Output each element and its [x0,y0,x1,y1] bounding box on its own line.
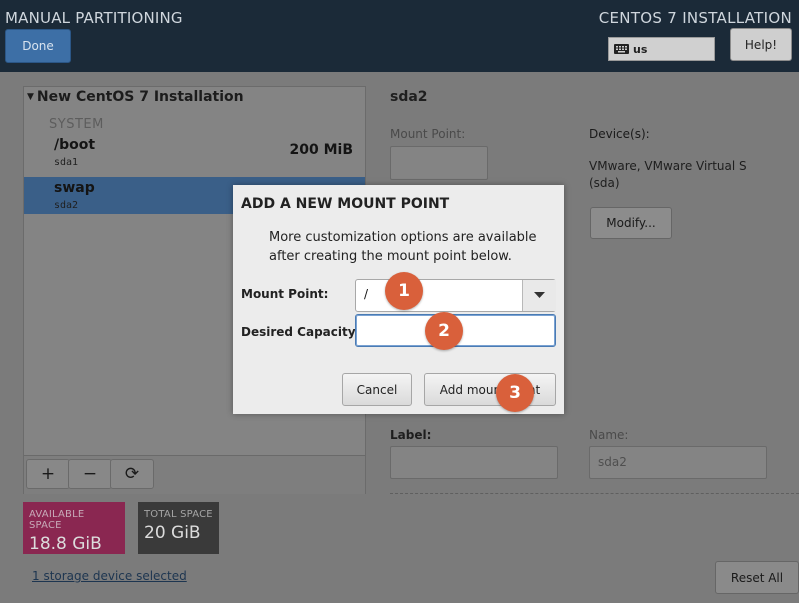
done-button[interactable]: Done [5,29,71,63]
label-field[interactable] [390,446,558,479]
product-title: CENTOS 7 INSTALLATION [598,9,792,27]
total-space-label: TOTAL SPACE [144,509,213,520]
minus-icon: − [82,464,98,484]
help-button[interactable]: Help! [730,28,792,61]
dialog-message: More customization options are available… [269,228,549,266]
partition-swap-mount: swap [54,180,95,196]
plus-icon: + [40,464,56,484]
name-field-label: Name: [589,428,629,442]
selected-device-heading: sda2 [390,89,428,105]
available-space-box: AVAILABLE SPACE 18.8 GiB [23,502,125,554]
step-marker-3: 3 [496,374,534,412]
storage-devices-link[interactable]: 1 storage device selected [32,569,187,583]
keyboard-layout-label: us [633,42,648,56]
total-space-box: TOTAL SPACE 20 GiB [138,502,219,554]
mount-point-dropdown-button[interactable] [522,280,556,311]
installation-group-header[interactable]: ▼ New CentOS 7 Installation [27,89,244,105]
installation-title: New CentOS 7 Installation [36,89,244,105]
dialog-message-line2: after creating the mount point below. [269,249,512,264]
mount-point-field[interactable] [390,146,488,180]
dialog-title: ADD A NEW MOUNT POINT [241,196,450,212]
dialog-cancel-button[interactable]: Cancel [342,373,412,406]
mount-point-combobox-value: / [364,287,369,301]
mount-point-label: Mount Point: [390,127,466,141]
step-marker-1: 1 [385,272,423,310]
system-group-label: SYSTEM [49,117,104,132]
keyboard-icon [614,44,629,54]
refresh-button[interactable]: ⟳ [110,459,154,489]
available-space-label: AVAILABLE SPACE [29,509,85,531]
total-space-value: 20 GiB [144,523,201,543]
device-description-line1: VMware, VMware Virtual S [589,159,747,173]
dropdown-arrow-icon [534,292,545,298]
modify-button[interactable]: Modify... [590,207,672,239]
keyboard-layout-indicator[interactable]: us [608,37,715,61]
partition-boot-device: sda1 [54,157,79,168]
dialog-mount-point-label: Mount Point: [241,287,329,301]
page-title: MANUAL PARTITIONING [5,9,183,27]
remove-partition-button[interactable]: − [68,459,112,489]
devices-label: Device(s): [589,127,650,141]
dialog-capacity-label: Desired Capacity: [241,325,361,339]
device-description: VMware, VMware Virtual S (sda) [589,158,747,192]
refresh-icon: ⟳ [124,464,140,484]
dialog-message-line1: More customization options are available [269,230,537,245]
partition-swap-device: sda2 [54,200,79,211]
name-field[interactable]: sda2 [589,446,767,479]
partition-boot-mount[interactable]: /boot [54,137,95,153]
add-partition-button[interactable]: + [26,459,70,489]
section-divider [390,493,799,494]
label-field-label: Label: [390,428,432,442]
reset-all-button[interactable]: Reset All [715,561,799,594]
collapse-triangle-icon: ▼ [27,92,34,102]
available-space-value: 18.8 GiB [29,534,102,554]
step-marker-2: 2 [425,312,463,350]
device-description-line2: (sda) [589,176,620,190]
partition-boot-size: 200 MiB [289,142,354,158]
add-mount-point-button[interactable]: Add mount point [424,373,556,406]
